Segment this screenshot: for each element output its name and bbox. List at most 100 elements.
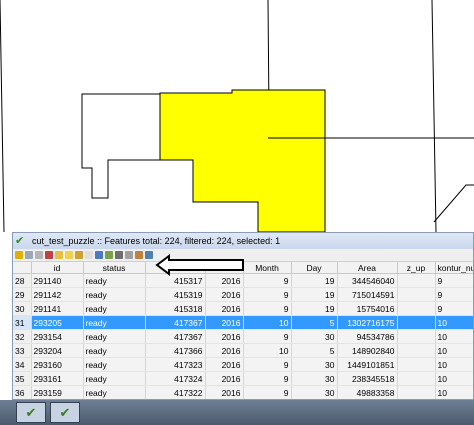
cell-z-up[interactable] [397,357,436,372]
cell-kontur-num[interactable]: 9 [435,273,473,288]
cell-day[interactable]: 30 [291,329,338,344]
cell-year[interactable]: 2016 [205,343,244,358]
cell-year[interactable]: 2016 [205,371,244,386]
zoom-icon[interactable] [125,251,133,259]
cell-kontur-num[interactable]: 10 [435,385,473,399]
move-selection-icon[interactable] [105,251,113,259]
cell-month[interactable]: 9 [243,287,292,302]
cell-status[interactable]: ready [83,287,146,302]
cell-id[interactable]: 293154 [31,329,84,344]
row-number[interactable]: 28 [13,273,32,288]
map-canvas[interactable] [0,0,474,233]
cell-status[interactable]: ready [83,329,146,344]
cell-year[interactable]: 2016 [205,301,244,316]
cell-status[interactable]: ready [83,357,146,372]
cell-year[interactable]: 2016 [205,315,244,330]
cell-status[interactable]: ready [83,385,146,399]
cell-zorder[interactable]: 417366 [145,343,206,358]
cell-kontur-num[interactable]: 9 [435,287,473,302]
cell-z-up[interactable] [397,385,436,399]
cell-month[interactable]: 9 [243,329,292,344]
cell-zorder[interactable]: 417323 [145,357,206,372]
cell-zorder[interactable]: 415318 [145,301,206,316]
corner-header[interactable] [13,262,32,274]
invert-selection-icon[interactable] [75,251,83,259]
cell-kontur-num[interactable]: 10 [435,329,473,344]
pan-icon[interactable] [115,251,123,259]
cell-year[interactable]: 2016 [205,385,244,399]
cell-year[interactable]: 2016 [205,357,244,372]
cell-day[interactable]: 5 [291,315,338,330]
cell-month[interactable]: 9 [243,371,292,386]
table-row-selected[interactable]: 31 293205 ready 417367 2016 10 5 1302716… [13,315,473,330]
cell-id[interactable]: 291141 [31,301,84,316]
table-row[interactable]: 30 291141 ready 415318 2016 9 19 1575401… [13,301,473,316]
cell-month[interactable]: 9 [243,301,292,316]
cell-area[interactable]: 15754016 [337,301,398,316]
cell-day[interactable]: 19 [291,273,338,288]
cell-zorder[interactable]: 415317 [145,273,206,288]
taskbar-qgis-button[interactable]: ✔ [50,402,80,423]
cell-z-up[interactable] [397,273,436,288]
select-all-icon[interactable] [65,251,73,259]
cell-area[interactable]: 94534786 [337,329,398,344]
cell-kontur-num[interactable]: 10 [435,343,473,358]
cell-area[interactable]: 238345518 [337,371,398,386]
column-header-day[interactable]: Day [291,262,338,274]
row-number[interactable]: 36 [13,385,32,399]
row-number[interactable]: 33 [13,343,32,358]
cell-kontur-num[interactable]: 10 [435,315,473,330]
cell-z-up[interactable] [397,343,436,358]
table-row[interactable]: 28 291140 ready 415317 2016 9 19 3445460… [13,273,473,288]
cell-area[interactable]: 344546040 [337,273,398,288]
row-number[interactable]: 31 [13,315,32,330]
white-polygon[interactable] [81,93,161,199]
row-number[interactable]: 34 [13,357,32,372]
cell-day[interactable]: 19 [291,287,338,302]
table-row[interactable]: 34 293160 ready 417323 2016 9 30 1449101… [13,357,473,372]
column-header-year[interactable]: Year [205,262,244,274]
cell-year[interactable]: 2016 [205,329,244,344]
cell-area[interactable]: 148902840 [337,343,398,358]
column-header-month[interactable]: Month [243,262,292,274]
cell-month[interactable]: 10 [243,343,292,358]
cell-status[interactable]: ready [83,371,146,386]
save-edits-icon[interactable] [25,251,33,259]
cell-month[interactable]: 9 [243,385,292,399]
column-header-kontur-num[interactable]: kontur_num [435,262,473,274]
taskbar-qgis-button[interactable]: ✔ [16,402,46,423]
cell-year[interactable]: 2016 [205,287,244,302]
cell-year[interactable]: 2016 [205,273,244,288]
table-row[interactable]: 29 291142 ready 415319 2016 9 19 7150145… [13,287,473,302]
cell-id[interactable]: 293205 [31,315,84,330]
cell-id[interactable]: 293204 [31,343,84,358]
cell-status[interactable]: ready [83,343,146,358]
row-number[interactable]: 30 [13,301,32,316]
cell-month[interactable]: 10 [243,315,292,330]
deselect-icon[interactable] [85,251,93,259]
attribute-table[interactable]: id status zorder Year Month Day Area z_u… [13,262,473,399]
column-header-area[interactable]: Area [337,262,398,274]
cell-status[interactable]: ready [83,301,146,316]
cell-id[interactable]: 293159 [31,385,84,399]
table-row[interactable]: 36 293159 ready 417322 2016 9 30 4988335… [13,385,473,399]
column-header-status[interactable]: status [83,262,146,274]
cell-zorder[interactable]: 417324 [145,371,206,386]
cell-day[interactable]: 5 [291,343,338,358]
cell-day[interactable]: 30 [291,371,338,386]
cell-z-up[interactable] [397,301,436,316]
delete-feature-icon[interactable] [45,251,53,259]
cell-day[interactable]: 30 [291,357,338,372]
table-row[interactable]: 35 293161 ready 417324 2016 9 30 2383455… [13,371,473,386]
cell-month[interactable]: 9 [243,357,292,372]
column-header-id[interactable]: id [31,262,84,274]
copy-icon[interactable] [135,251,143,259]
cell-day[interactable]: 30 [291,385,338,399]
cell-zorder[interactable]: 415319 [145,287,206,302]
cell-zorder[interactable]: 417367 [145,315,206,330]
filter-icon[interactable] [95,251,103,259]
table-row[interactable]: 32 293154 ready 417367 2016 9 30 9453478… [13,329,473,344]
cell-id[interactable]: 293161 [31,371,84,386]
row-number[interactable]: 29 [13,287,32,302]
row-number[interactable]: 32 [13,329,32,344]
